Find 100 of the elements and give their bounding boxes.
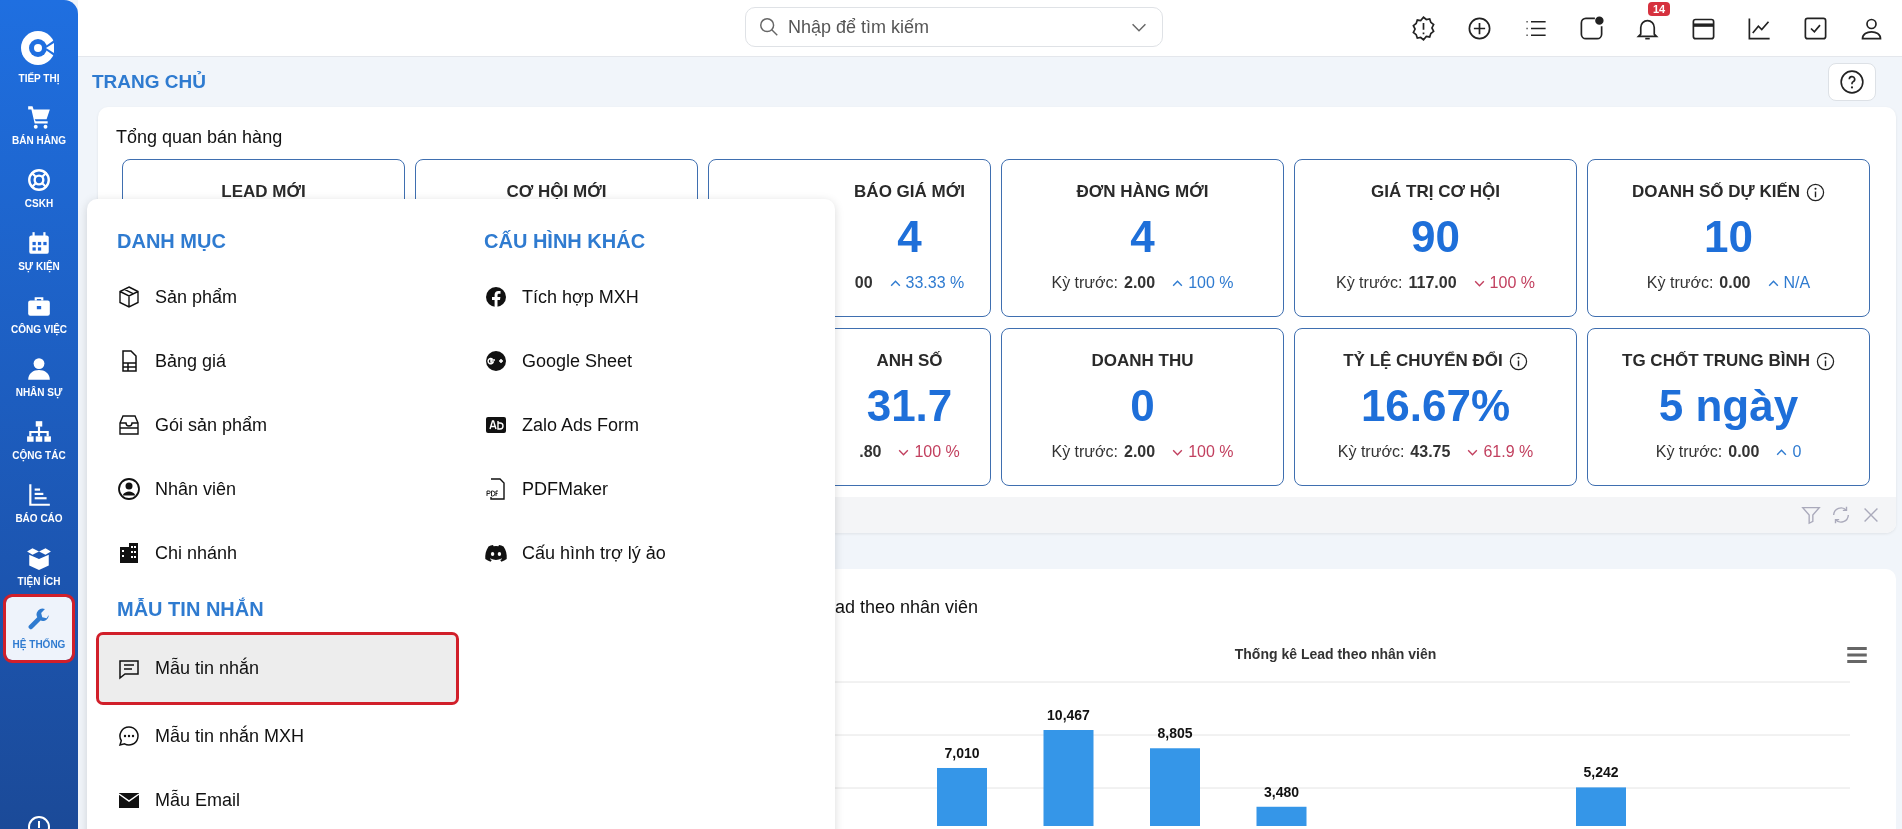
stat-value: 4: [897, 212, 922, 262]
previous-label: Kỳ trước:: [1051, 274, 1118, 292]
data-label: 8,805: [1157, 725, 1193, 742]
stat-value: 16.67%: [1360, 381, 1511, 431]
previous-label: Kỳ trước:: [1337, 443, 1405, 461]
menu-item[interactable]: Chi nhánh: [99, 521, 456, 585]
previous-label: Kỳ trước:: [1655, 443, 1723, 461]
person-icon: [26, 355, 52, 382]
previous-label: Kỳ trước:: [1051, 443, 1118, 461]
sidebar-item[interactable]: NHÂN SỰ: [6, 345, 72, 408]
sidebar-item[interactable]: HỆ THỐNG: [6, 597, 72, 660]
previous-value: 0.00: [1719, 274, 1751, 292]
stat-label: TG CHỐT TRUNG BÌNH: [1622, 351, 1810, 371]
menu-item[interactable]: Zalo Ads Form: [466, 393, 823, 457]
sidebar-item[interactable]: TIẾP THỊ: [6, 18, 72, 93]
stat-value: 4: [1130, 212, 1155, 262]
data-label: 5,242: [1583, 764, 1619, 781]
stat-value: 0: [1130, 381, 1155, 431]
previous-value: 2.00: [1124, 443, 1156, 461]
user-circle-icon: [117, 477, 141, 501]
menu-item[interactable]: Gói sản phẩm: [99, 393, 456, 457]
data-label: 10,467: [1047, 707, 1090, 723]
previous-value: 2.00: [1124, 274, 1156, 292]
stat-label: BÁO GIÁ MỚI: [854, 182, 965, 202]
bar: [1576, 787, 1626, 826]
menu-item[interactable]: PDFMaker: [466, 457, 823, 521]
stat-label: GIÁ TRỊ CƠ HỘI: [1371, 182, 1500, 202]
change-value: 100 %: [1472, 274, 1535, 292]
tray-icon: [117, 413, 141, 437]
change-value: 100 %: [897, 443, 960, 461]
previous-value: .80: [859, 443, 882, 461]
menu-item[interactable]: Mẫu Email: [99, 768, 456, 829]
stat-value: 5 ngày: [1658, 381, 1799, 431]
previous-value: 43.75: [1410, 443, 1451, 461]
facebook-icon: [484, 285, 508, 309]
previous-label: Kỳ trước:: [1336, 274, 1403, 292]
building-icon: [117, 541, 141, 565]
org-chart-icon: [26, 418, 52, 445]
change-value: 33.33 %: [888, 274, 965, 292]
menu-section-title: MẪU TIN NHẮN: [116, 596, 265, 622]
change-value: 100 %: [1171, 443, 1234, 461]
previous-value: 00: [854, 274, 873, 292]
previous-value: 117.00: [1408, 274, 1457, 292]
menu-item[interactable]: Tích hợp MXH: [466, 265, 823, 329]
google-plus-icon: [484, 349, 508, 373]
cart-icon: [26, 103, 52, 130]
change-value: 61.9 %: [1466, 443, 1534, 461]
info-icon[interactable]: [1508, 351, 1528, 371]
square-dot-icon[interactable]: [1578, 14, 1605, 42]
stat-label: TỶ LỆ CHUYỂN ĐỔI: [1343, 351, 1503, 371]
help-button[interactable]: [1828, 63, 1876, 101]
info-icon[interactable]: [1806, 182, 1826, 202]
search-bar[interactable]: Nhập để tìm kiếm: [745, 7, 1163, 47]
panel-title: Tổng quan bán hàng: [115, 126, 284, 149]
previous-value: 0.00: [1728, 443, 1760, 461]
menu-item[interactable]: Cấu hình trợ lý ảo: [466, 521, 823, 585]
stat-label: ĐƠN HÀNG MỚI: [1076, 182, 1209, 202]
chart-title: Thống kê Lead theo nhân viên: [1234, 646, 1437, 662]
sidebar-item[interactable]: SỰ KIỆN: [6, 219, 72, 282]
bar: [1256, 806, 1307, 826]
menu-item[interactable]: Mẫu tin nhắn: [99, 635, 456, 702]
sidebar-item[interactable]: BÁN HÀNG: [6, 93, 72, 156]
data-label: 7,010: [944, 745, 980, 761]
previous-label: Kỳ trước:: [1646, 274, 1714, 292]
menu-section-title: DANH MỤC: [116, 229, 227, 254]
stat-label: CƠ HỘI MỚI: [506, 182, 607, 202]
search-icon: [758, 16, 780, 38]
stat-value: 31.7: [866, 381, 953, 431]
calendar-icon: [26, 229, 52, 256]
lifebuoy-icon: [26, 166, 52, 193]
chart-icon: [26, 481, 52, 508]
help-icon: [1839, 69, 1865, 95]
stat-value: 90: [1411, 212, 1460, 262]
change-value: 0: [1775, 443, 1802, 461]
stat-label: DOANH THU: [1091, 351, 1194, 371]
notification-badge: 14: [1648, 1, 1671, 16]
sidebar-item[interactable]: TIỆN ÍCH: [6, 534, 72, 597]
stat-label: LEAD MỚI: [221, 182, 306, 202]
stat-label: DOANH SỐ DỰ KIẾN: [1631, 182, 1801, 202]
stat-value: 10: [1704, 212, 1753, 262]
data-label: 3,480: [1264, 783, 1299, 800]
menu-item[interactable]: Nhân viên: [99, 457, 456, 521]
sidebar-item[interactable]: CSKH: [6, 156, 72, 219]
bar: [937, 768, 987, 826]
sidebar-item[interactable]: BÁO CÁO: [6, 471, 72, 534]
menu-item[interactable]: Google Sheet: [466, 329, 823, 393]
sidebar-item[interactable]: CÔNG VIỆC: [6, 282, 72, 345]
info-icon[interactable]: [1815, 351, 1835, 371]
sidebar-item[interactable]: CỘNG TÁC: [6, 408, 72, 471]
alert-icon[interactable]: [1410, 14, 1437, 42]
change-value: 100 %: [1171, 274, 1234, 292]
menu-item[interactable]: Sản phẩm: [99, 265, 456, 329]
chat-icon: [117, 724, 141, 748]
cube-icon: [117, 285, 141, 309]
menu-section-title: CẤU HÌNH KHÁC: [483, 229, 647, 254]
pdf-icon: [484, 477, 508, 501]
menu-item[interactable]: Bảng giá: [99, 329, 456, 393]
menu-item[interactable]: Mẫu tin nhắn MXH: [99, 704, 456, 768]
page-title: TRANG CHỦ: [92, 71, 206, 93]
change-value: N/A: [1766, 274, 1811, 292]
